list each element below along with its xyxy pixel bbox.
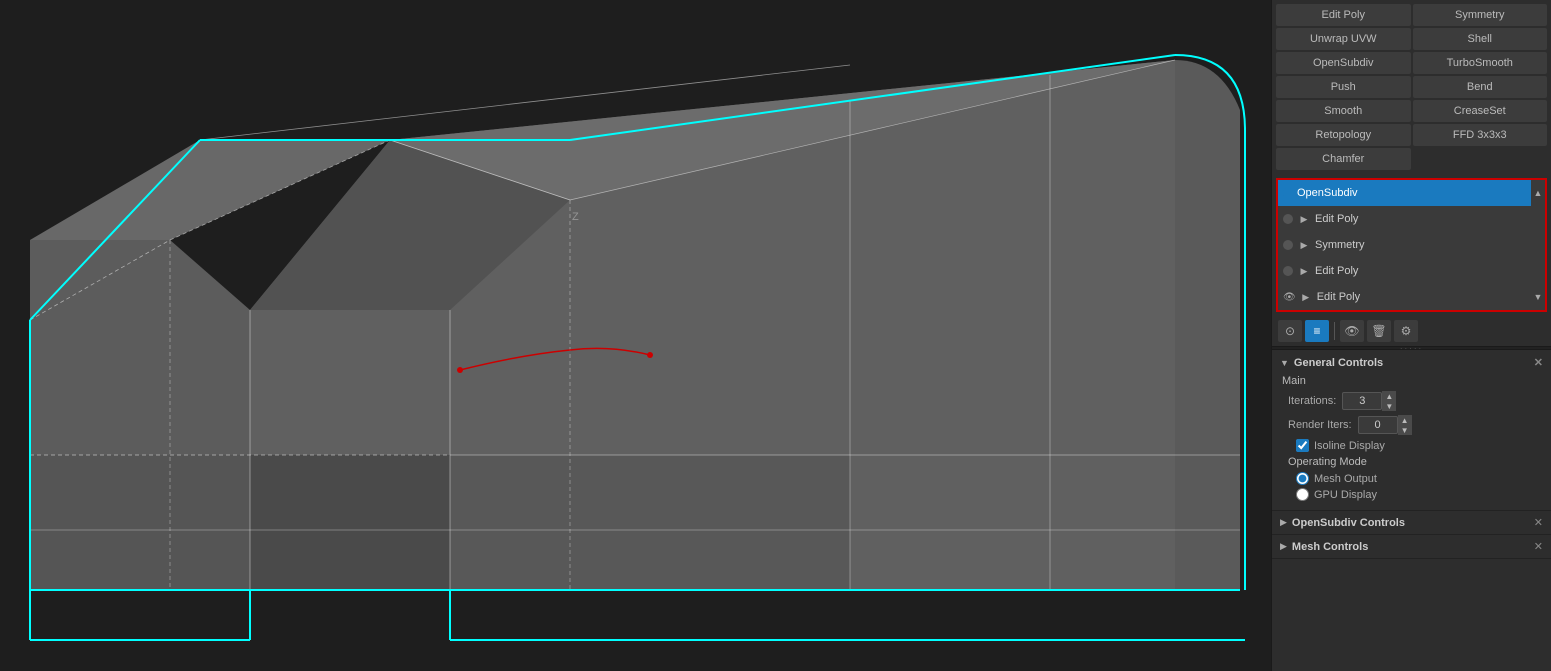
scroll-down-arrow[interactable]: ▼: [1534, 292, 1543, 302]
iterations-spin-down[interactable]: ▼: [1382, 401, 1396, 411]
modifier-buttons-grid: Edit Poly Symmetry Unwrap UVW Shell Open…: [1272, 0, 1551, 174]
iterations-spinner: ▲ ▼: [1382, 391, 1396, 411]
mod-stack-editpoly-3[interactable]: 👁 ▶ Edit Poly ▼: [1278, 284, 1545, 310]
render-iters-label: Render Iters:: [1288, 419, 1352, 431]
mod-visibility-dot-2: [1283, 214, 1293, 224]
list-tool-btn[interactable]: ≡: [1305, 320, 1329, 342]
mod-expand-arrow-4: ▶: [1299, 292, 1313, 303]
mod-visibility-dot-3: [1283, 240, 1293, 250]
mesh-controls-collapse-arrow: ▶: [1280, 541, 1287, 552]
mod-stack-symmetry-label: Symmetry: [1315, 239, 1540, 251]
render-iters-row: Render Iters: ▲ ▼: [1280, 415, 1543, 435]
opensubdiv-controls-label: OpenSubdiv Controls: [1292, 517, 1405, 529]
mod-btn-push[interactable]: Push: [1276, 76, 1411, 98]
mod-stack-opensubdiv-label: OpenSubdiv: [1297, 187, 1540, 199]
isoline-label[interactable]: Isoline Display: [1314, 440, 1385, 452]
toolbar-separator: [1334, 322, 1335, 340]
svg-text:Z: Z: [572, 211, 579, 223]
modifier-stack: OpenSubdiv ▲ ▶ Edit Poly ▶ Symmetry ▶ Ed…: [1276, 178, 1547, 312]
gpu-display-row: GPU Display: [1280, 488, 1543, 501]
mod-visibility-dot-4: [1283, 266, 1293, 276]
opensubdiv-collapse-arrow: ▶: [1280, 517, 1287, 528]
mod-expand-arrow-1: ▶: [1297, 214, 1311, 225]
iterations-label: Iterations:: [1288, 395, 1336, 407]
opensubdiv-controls-section[interactable]: ▶ OpenSubdiv Controls ✕: [1272, 511, 1551, 535]
general-controls-section: ▼ General Controls ✕ Main Iterations: ▲ …: [1272, 350, 1551, 511]
mod-btn-bend[interactable]: Bend: [1413, 76, 1548, 98]
eye-tool-btn[interactable]: 👁: [1340, 320, 1364, 342]
delete-tool-btn[interactable]: 🗑: [1367, 320, 1391, 342]
mod-stack-symmetry[interactable]: ▶ Symmetry: [1278, 232, 1545, 258]
mod-stack-opensubdiv[interactable]: OpenSubdiv ▲: [1278, 180, 1545, 206]
render-iters-input[interactable]: [1358, 416, 1398, 434]
general-controls-header[interactable]: ▼ General Controls ✕: [1280, 356, 1543, 369]
mod-btn-creaseset[interactable]: CreaseSet: [1413, 100, 1548, 122]
pin-tool-btn[interactable]: ⊙: [1278, 320, 1302, 342]
mod-expand-arrow-2: ▶: [1297, 240, 1311, 251]
mod-btn-smooth[interactable]: Smooth: [1276, 100, 1411, 122]
mod-eye-icon: 👁: [1283, 292, 1296, 303]
iterations-row: Iterations: ▲ ▼: [1280, 391, 1543, 411]
mesh-controls-label: Mesh Controls: [1292, 541, 1368, 553]
mod-btn-chamfer[interactable]: Chamfer: [1276, 148, 1411, 170]
3d-viewport[interactable]: Z: [0, 0, 1271, 671]
mod-btn-edit-poly-1[interactable]: Edit Poly: [1276, 4, 1411, 26]
mod-btn-opensubdiv[interactable]: OpenSubdiv: [1276, 52, 1411, 74]
stack-toolbar: ⊙ ≡ 👁 🗑 ⚙: [1272, 316, 1551, 346]
mod-btn-symmetry[interactable]: Symmetry: [1413, 4, 1548, 26]
general-controls-close[interactable]: ✕: [1534, 356, 1543, 369]
mod-stack-editpoly-2[interactable]: ▶ Edit Poly: [1278, 258, 1545, 284]
mesh-output-label[interactable]: Mesh Output: [1314, 473, 1377, 485]
iterations-input[interactable]: [1342, 392, 1382, 410]
mod-stack-editpoly-1[interactable]: ▶ Edit Poly: [1278, 206, 1545, 232]
opensubdiv-close[interactable]: ✕: [1534, 516, 1543, 529]
scroll-up-arrow[interactable]: ▲: [1534, 188, 1543, 198]
mod-stack-editpoly-3-label: Edit Poly: [1317, 291, 1527, 303]
mesh-controls-close[interactable]: ✕: [1534, 540, 1543, 553]
mod-btn-retopology[interactable]: Retopology: [1276, 124, 1411, 146]
isoline-checkbox[interactable]: [1296, 439, 1309, 452]
render-iters-spin-up[interactable]: ▲: [1398, 415, 1412, 425]
mod-expand-arrow-3: ▶: [1297, 266, 1311, 277]
mod-stack-editpoly-2-label: Edit Poly: [1315, 265, 1540, 277]
render-iters-input-group: ▲ ▼: [1358, 415, 1412, 435]
operating-mode-label: Operating Mode: [1280, 456, 1543, 468]
mesh-output-row: Mesh Output: [1280, 472, 1543, 485]
render-iters-spinner: ▲ ▼: [1398, 415, 1412, 435]
mod-btn-unwrap-uvw[interactable]: Unwrap UVW: [1276, 28, 1411, 50]
mod-btn-turbosmooth[interactable]: TurboSmooth: [1413, 52, 1548, 74]
edit-tool-btn[interactable]: ⚙: [1394, 320, 1418, 342]
main-subsection-label: Main: [1280, 375, 1543, 387]
general-controls-label: General Controls: [1294, 357, 1383, 369]
general-controls-arrow: ▼: [1280, 358, 1289, 368]
iterations-input-group: ▲ ▼: [1342, 391, 1396, 411]
isoline-display-row: Isoline Display: [1280, 439, 1543, 452]
mod-stack-editpoly-1-label: Edit Poly: [1315, 213, 1540, 225]
right-panel: Edit Poly Symmetry Unwrap UVW Shell Open…: [1271, 0, 1551, 671]
mesh-output-radio[interactable]: [1296, 472, 1309, 485]
gpu-display-label[interactable]: GPU Display: [1314, 489, 1377, 501]
gpu-display-radio[interactable]: [1296, 488, 1309, 501]
render-iters-spin-down[interactable]: ▼: [1398, 425, 1412, 435]
iterations-spin-up[interactable]: ▲: [1382, 391, 1396, 401]
mod-visibility-dot: [1283, 188, 1293, 198]
mod-btn-ffd[interactable]: FFD 3x3x3: [1413, 124, 1548, 146]
mod-btn-shell[interactable]: Shell: [1413, 28, 1548, 50]
mesh-controls-section[interactable]: ▶ Mesh Controls ✕: [1272, 535, 1551, 559]
